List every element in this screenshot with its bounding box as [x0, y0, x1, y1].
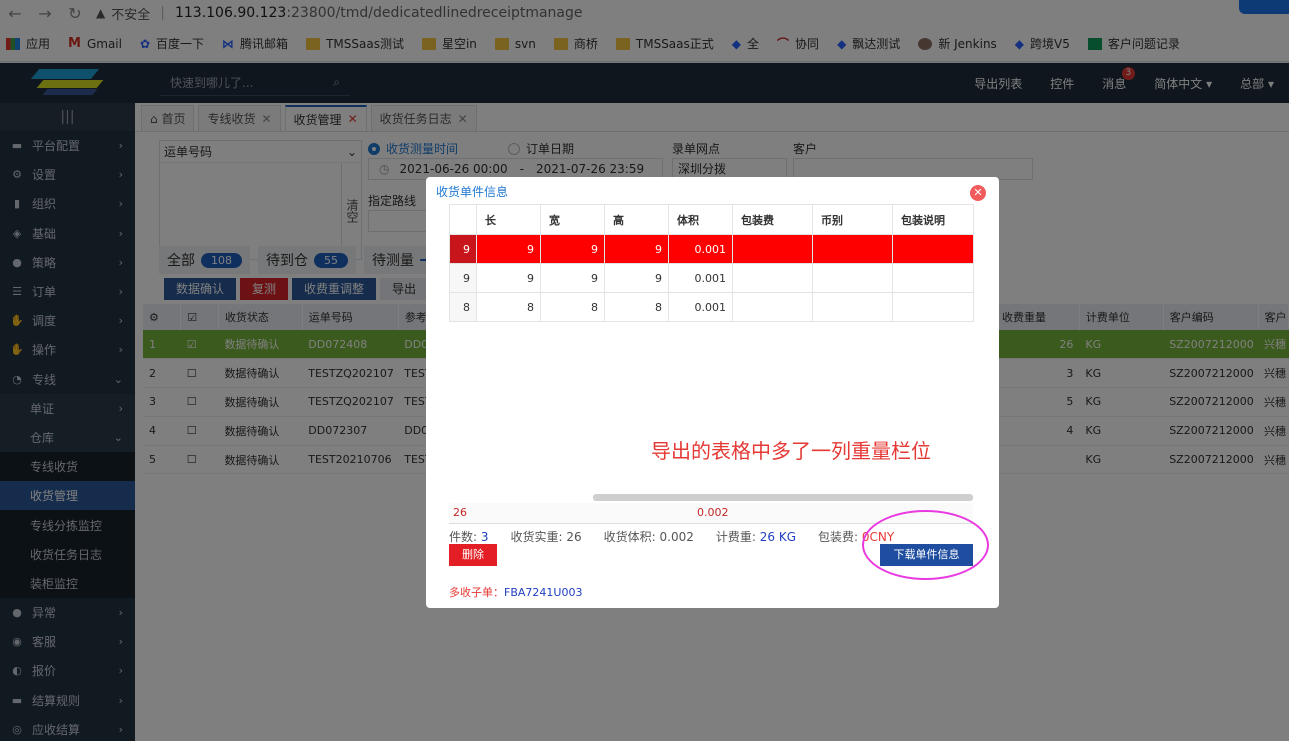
delete-button[interactable]: 删除 — [449, 544, 497, 566]
pieces-value: 3 — [480, 530, 489, 544]
actual-weight-value: 26 — [566, 530, 582, 544]
col-width: 宽 — [540, 204, 605, 235]
col-height: 高 — [604, 204, 669, 235]
highlight-circle — [862, 510, 989, 580]
horizontal-scrollbar[interactable] — [593, 494, 973, 501]
footer-volume: 0.002 — [697, 506, 729, 519]
billing-weight-value: 26 KG — [759, 530, 797, 544]
annotation-text: 导出的表格中多了一列重量栏位 — [651, 439, 931, 463]
table-row[interactable]: 9 9 9 9 0.001 — [449, 234, 974, 264]
close-icon[interactable]: ✕ — [970, 185, 986, 201]
piece-table: 长 宽 高 体积 包装费 币别 包装说明 9 9 9 9 0.001 9 9 9 9 0.001 — [449, 204, 974, 322]
sub-order-value: FBA7241U003 — [504, 586, 583, 599]
extra-sub-order: 多收子单：FBA7241U003 — [449, 586, 583, 599]
modal-title: 收货单件信息 — [436, 185, 509, 199]
col-currency: 币别 — [812, 204, 893, 235]
footer-total: 26 — [453, 506, 467, 519]
col-length: 长 — [476, 204, 541, 235]
piece-info-modal: 收货单件信息 ✕ 长 宽 高 体积 包装费 币别 包装说明 9 9 9 9 0.… — [426, 177, 999, 608]
modal-overlay: 收货单件信息 ✕ 长 宽 高 体积 包装费 币别 包装说明 9 9 9 9 0.… — [0, 0, 1289, 741]
col-pack-fee: 包装费 — [732, 204, 813, 235]
col-volume: 体积 — [668, 204, 733, 235]
piece-grid: 长 宽 高 体积 包装费 币别 包装说明 9 9 9 9 0.001 9 9 9 9 0.001 — [449, 204, 974, 524]
summary-line: 件数: 3 收货实重: 26 收货体积: 0.002 计费重: 26 KG 包装… — [449, 530, 895, 544]
volume-value: 0.002 — [659, 530, 694, 544]
table-row[interactable]: 8 8 8 8 0.001 — [449, 292, 974, 322]
col-pack-note: 包装说明 — [892, 204, 974, 235]
col-index — [449, 204, 477, 235]
table-row[interactable]: 9 9 9 9 0.001 — [449, 263, 974, 293]
